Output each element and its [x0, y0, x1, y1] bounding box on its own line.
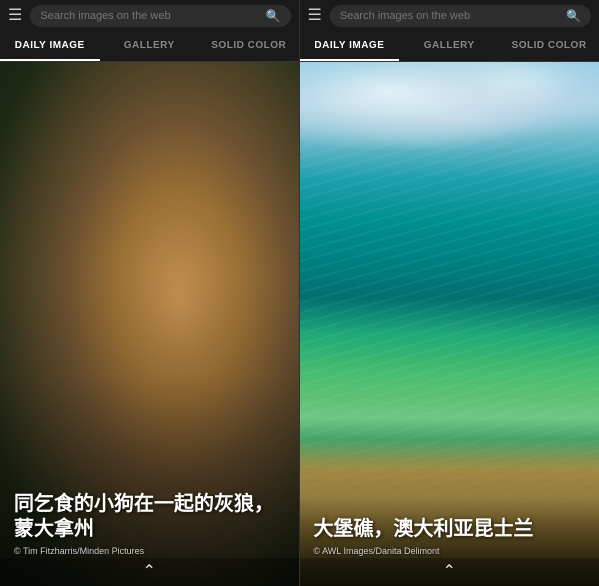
left-header: ☰ 🔍	[0, 0, 299, 32]
left-tab-gallery[interactable]: GALLERY	[100, 32, 200, 61]
left-search-input[interactable]	[40, 10, 259, 22]
right-chevron-icon[interactable]: ⌃	[443, 564, 456, 580]
left-menu-icon[interactable]: ☰	[8, 8, 22, 24]
left-image-area: 同乞食的小狗在一起的灰狼，蒙大拿州 Tim Fitzharris/Minden …	[0, 62, 299, 586]
right-tab-gallery[interactable]: GALLERY	[399, 32, 499, 61]
right-search-bar[interactable]: 🔍	[330, 5, 591, 27]
right-tabs: DAILY IMAGE GALLERY SOLID COLOR	[300, 32, 599, 62]
right-image-area: 大堡礁，澳大利亚昆士兰 AWL Images/Danita Delimont ⌃	[300, 62, 599, 586]
right-image-overlay	[300, 62, 599, 586]
left-panel: ☰ 🔍 DAILY IMAGE GALLERY SOLID COLOR 同乞食的…	[0, 0, 300, 586]
right-search-input[interactable]	[340, 10, 560, 22]
right-panel: ☰ 🔍 DAILY IMAGE GALLERY SOLID COLOR 大堡礁，…	[300, 0, 599, 586]
left-search-icon: 🔍	[266, 9, 281, 23]
left-tabs: DAILY IMAGE GALLERY SOLID COLOR	[0, 32, 299, 62]
right-tab-daily-image[interactable]: DAILY IMAGE	[300, 32, 400, 61]
left-image-credit: Tim Fitzharris/Minden Pictures	[14, 546, 285, 556]
right-image-title: 大堡礁，澳大利亚昆士兰	[314, 517, 586, 542]
right-image-credit: AWL Images/Danita Delimont	[314, 546, 586, 556]
right-bottom-bar[interactable]: ⌃	[300, 558, 599, 586]
right-background	[300, 62, 599, 586]
left-tab-daily-image[interactable]: DAILY IMAGE	[0, 32, 100, 61]
right-menu-icon[interactable]: ☰	[308, 8, 322, 24]
left-search-bar[interactable]: 🔍	[30, 5, 290, 27]
left-tab-solid-color[interactable]: SOLID COLOR	[199, 32, 299, 61]
left-caption: 同乞食的小狗在一起的灰狼，蒙大拿州 Tim Fitzharris/Minden …	[0, 484, 299, 556]
left-image-title: 同乞食的小狗在一起的灰狼，蒙大拿州	[14, 492, 285, 542]
left-chevron-icon[interactable]: ⌃	[143, 564, 156, 580]
right-caption: 大堡礁，澳大利亚昆士兰 AWL Images/Danita Delimont	[300, 509, 599, 556]
left-bottom-bar[interactable]: ⌃	[0, 558, 299, 586]
right-tab-solid-color[interactable]: SOLID COLOR	[499, 32, 599, 61]
right-header: ☰ 🔍	[300, 0, 599, 32]
right-search-icon: 🔍	[566, 9, 581, 23]
